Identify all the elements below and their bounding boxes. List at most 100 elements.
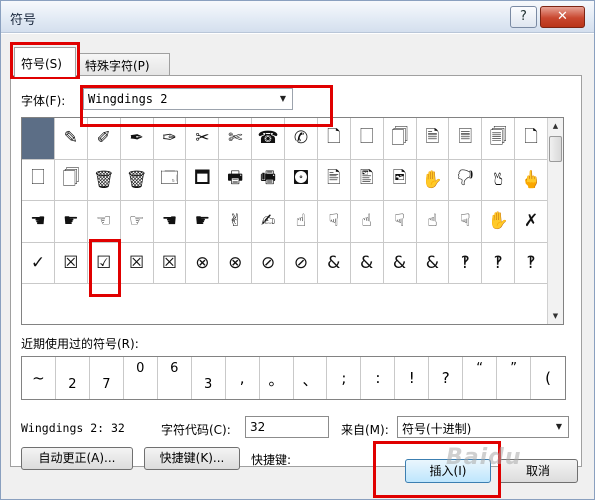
recent-symbol-cell[interactable]: ”	[497, 357, 532, 399]
symbol-cell[interactable]: 🖔	[482, 159, 516, 201]
symbol-cell[interactable]: 🗐	[482, 118, 516, 160]
chevron-down-icon[interactable]: ▼	[550, 417, 568, 437]
symbol-cell[interactable]: ☟	[449, 201, 483, 243]
symbol-cell[interactable]: 🗖	[186, 159, 220, 201]
symbol-cell[interactable]: 🖶	[219, 159, 253, 201]
symbol-cell[interactable]: ✓	[22, 242, 55, 284]
symbol-cell[interactable]: 🗎	[416, 118, 450, 160]
symbol-cell[interactable]: ✋	[482, 201, 516, 243]
symbol-cell[interactable]: 🖹	[317, 159, 351, 201]
chevron-down-icon[interactable]: ▼	[274, 89, 292, 109]
symbol-cell[interactable]: ✄	[219, 118, 253, 160]
symbol-cell[interactable]: 🖷	[252, 159, 285, 201]
recent-symbol-cell[interactable]: :	[361, 357, 396, 399]
symbol-cell[interactable]: 🗍	[383, 118, 417, 160]
recent-symbol-cell[interactable]: 7	[90, 357, 124, 399]
symbol-cell[interactable]: ☞	[120, 201, 154, 243]
tab-special-characters[interactable]: 特殊字符(P)	[78, 53, 170, 76]
symbol-cell[interactable]: ☝	[350, 201, 384, 243]
recent-symbol-cell[interactable]: 0	[124, 357, 158, 399]
recent-symbol-cell[interactable]: (	[531, 357, 565, 399]
symbol-cell[interactable]: ✂	[186, 118, 220, 160]
symbol-cell[interactable]: ☝	[416, 201, 450, 243]
symbol-cell[interactable]: ☟	[317, 201, 351, 243]
symbol-cell[interactable]: 🗍	[54, 159, 88, 201]
symbol-cell[interactable]: ☎	[252, 118, 285, 160]
symbol-cell[interactable]: &	[317, 242, 351, 284]
recent-symbol-cell[interactable]: ~	[22, 357, 56, 399]
symbol-cell[interactable]: 🖓	[449, 159, 483, 201]
recent-symbol-cell[interactable]: ?	[429, 357, 464, 399]
font-select[interactable]: Wingdings 2 ▼	[83, 88, 293, 110]
symbol-cell[interactable]: ☟	[383, 201, 417, 243]
symbol-cell[interactable]: 🖸	[285, 159, 318, 201]
symbol-cell[interactable]: ‽	[482, 242, 516, 284]
recent-symbol-cell[interactable]: 6	[158, 357, 192, 399]
tab-symbols[interactable]: 符号(S)	[14, 47, 76, 77]
symbol-cell[interactable]: ☜	[87, 201, 121, 243]
symbol-cell[interactable]: ⊘	[252, 242, 285, 284]
symbol-cell[interactable]: 🗌	[350, 118, 384, 160]
recent-symbol-glyph: ,	[239, 369, 245, 387]
symbol-cell[interactable]: &	[416, 242, 450, 284]
symbol-cell[interactable]: 🗑	[120, 159, 154, 201]
symbol-cell[interactable]: ☛	[186, 201, 220, 243]
symbol-cell[interactable]: ☚	[22, 201, 55, 243]
symbol-cell[interactable]: 🗔	[153, 159, 187, 201]
symbol-cell[interactable]: ✋	[416, 159, 450, 201]
scrollbar-thumb[interactable]	[549, 136, 562, 162]
symbol-cell[interactable]: ☝	[285, 201, 318, 243]
symbol-cell[interactable]: ‽	[449, 242, 483, 284]
symbol-cell[interactable]: ☚	[153, 201, 187, 243]
recent-symbol-cell[interactable]: ;	[327, 357, 362, 399]
symbol-cell[interactable]: 🗌	[22, 159, 55, 201]
recent-symbol-cell[interactable]: “	[463, 357, 498, 399]
symbol-cell[interactable]: 🗋	[515, 118, 548, 160]
autocorrect-button[interactable]: 自动更正(A)...	[21, 447, 133, 470]
recent-symbol-glyph: “	[476, 361, 484, 376]
symbol-cell[interactable]	[22, 118, 55, 160]
symbol-cell[interactable]: ✎	[54, 118, 88, 160]
symbol-cell[interactable]: &	[383, 242, 417, 284]
title-bar[interactable]: 符号 ? ✕	[1, 1, 594, 33]
close-button[interactable]: ✕	[540, 6, 585, 28]
symbol-cell[interactable]: 🗏	[449, 118, 483, 160]
symbol-cell[interactable]: ⊗	[186, 242, 220, 284]
from-select[interactable]: 符号(十进制) ▼	[397, 416, 569, 438]
symbol-grid-scrollbar[interactable]: ▲ ▼	[547, 118, 563, 324]
symbol-cell[interactable]: ✐	[87, 118, 121, 160]
recent-symbol-cell[interactable]: 3	[192, 357, 226, 399]
symbol-cell[interactable]: ✑	[153, 118, 187, 160]
baidu-watermark: Baidu	[446, 445, 522, 470]
symbol-cell[interactable]: ☑	[87, 242, 121, 284]
symbol-cell[interactable]: ✗	[515, 201, 548, 243]
symbol-cell[interactable]: 🖕	[515, 159, 548, 201]
symbol-cell[interactable]: ‽	[515, 242, 548, 284]
symbol-cell[interactable]: ✍	[252, 201, 285, 243]
symbol-cell[interactable]: 🗑	[87, 159, 121, 201]
recent-symbol-glyph: ;	[341, 369, 347, 387]
symbol-cell[interactable]: ☛	[54, 201, 88, 243]
symbol-cell[interactable]: ✒	[120, 118, 154, 160]
scroll-down-icon[interactable]: ▼	[548, 308, 563, 324]
symbol-cell[interactable]: ☒	[153, 242, 187, 284]
symbol-cell[interactable]: ⊗	[219, 242, 253, 284]
symbol-cell[interactable]: &	[350, 242, 384, 284]
recent-symbol-cell[interactable]: !	[395, 357, 430, 399]
symbol-cell[interactable]: ✌	[219, 201, 253, 243]
shortcut-key-button[interactable]: 快捷键(K)...	[144, 447, 240, 470]
recent-symbol-cell[interactable]: ,	[226, 357, 260, 399]
symbol-cell[interactable]: 🗋	[317, 118, 351, 160]
recent-symbol-cell[interactable]: 2	[56, 357, 90, 399]
symbol-cell[interactable]: ✆	[285, 118, 318, 160]
symbol-cell[interactable]: ☒	[120, 242, 154, 284]
symbol-cell[interactable]: 🖺	[350, 159, 384, 201]
help-button[interactable]: ?	[510, 6, 537, 28]
recent-symbol-cell[interactable]: 。	[260, 357, 294, 399]
character-code-input[interactable]: 32	[245, 416, 329, 438]
recent-symbol-cell[interactable]: 、	[294, 357, 328, 399]
scroll-up-icon[interactable]: ▲	[548, 118, 563, 134]
symbol-cell[interactable]: ☒	[54, 242, 88, 284]
symbol-cell[interactable]: ⊘	[285, 242, 318, 284]
symbol-cell[interactable]: 🖻	[383, 159, 417, 201]
